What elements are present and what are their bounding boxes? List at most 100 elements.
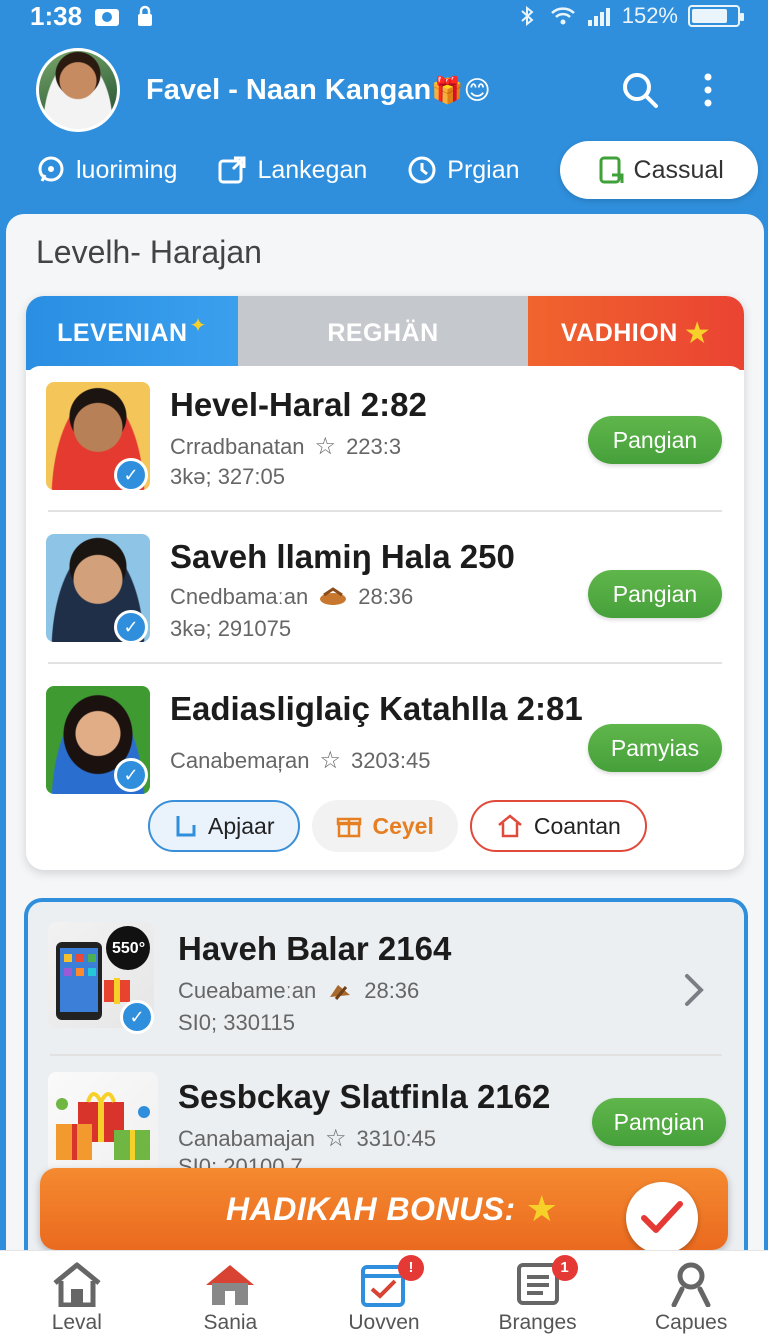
- document-icon: [599, 156, 624, 184]
- checkmark-icon: [641, 1201, 683, 1233]
- more-vertical-icon: [704, 73, 712, 107]
- bonus-claim-button[interactable]: [626, 1182, 698, 1254]
- meta-score: 3203:45: [350, 747, 431, 773]
- filter-label: luoriming: [76, 155, 178, 184]
- coantan-chip[interactable]: Coantan: [469, 800, 647, 852]
- signal-icon: [587, 8, 610, 26]
- search-button[interactable]: [616, 66, 664, 114]
- bonus-banner[interactable]: HADIKAH BONUS: ★: [40, 1168, 728, 1254]
- status-bar: 1:38 152%: [0, 0, 768, 32]
- star-icon: ★: [525, 1188, 558, 1229]
- user-sub: 3kə; 291075: [170, 616, 292, 641]
- document-icon: [176, 816, 196, 837]
- verified-check-icon: ✓: [114, 610, 148, 644]
- filter-tab-lankegan[interactable]: Lankegan: [217, 141, 377, 199]
- bluetooth-icon: [521, 5, 534, 27]
- meta-score: 223:3: [346, 433, 402, 459]
- tab-label: REGHÄN: [327, 318, 439, 347]
- clock-icon: [408, 156, 436, 184]
- divider: [48, 510, 722, 512]
- product-name: Haveh Balar 2164: [178, 930, 452, 967]
- bottom-nav: Leval Sania ! Uovven 1 Branges Capues: [0, 1250, 768, 1344]
- ceyel-chip[interactable]: Ceyel: [312, 800, 458, 852]
- nav-item-uovven[interactable]: ! Uovven: [314, 1254, 454, 1335]
- nav-item-capues[interactable]: Capues: [621, 1261, 761, 1335]
- list-item[interactable]: ✓ Eadiasliglaiç Katahlla 2:81 Canabemaŗa…: [26, 670, 744, 820]
- nav-label: Leval: [51, 1310, 102, 1334]
- tab-label: LEVENIAN: [57, 318, 188, 347]
- tab-reghan[interactable]: REGHÄN: [238, 296, 528, 370]
- wifi-icon: [550, 7, 575, 25]
- user-name: Saveh llamiŋ Hala 250: [170, 538, 515, 575]
- tab-levenian[interactable]: LEVENIAN ✦: [26, 296, 238, 370]
- user-name: Eadiasliglaiç Katahlla 2:81: [170, 690, 583, 727]
- pangian-button[interactable]: Pangian: [588, 416, 722, 464]
- gift-icon: [337, 817, 362, 838]
- main-panel: Levelh- Harajan LEVENIAN ✦ REGHÄN VADHION…: [6, 214, 764, 1298]
- tab-vadhion[interactable]: VADHION ★: [528, 296, 744, 370]
- user-meta: Crradbanatan ☆ 223:3: [170, 432, 401, 461]
- verified-check-icon: ✓: [114, 758, 148, 792]
- filter-label: Prgian: [447, 155, 520, 184]
- pangian-button[interactable]: Pangian: [588, 570, 722, 618]
- product-meta: Cueabameːan 28:36: [178, 978, 419, 1004]
- star-outline-icon: ☆: [319, 747, 341, 774]
- nav-label: Uovven: [348, 1310, 420, 1334]
- section-title: Levelh- Harajan: [36, 234, 262, 270]
- chevron-right-icon[interactable]: [682, 970, 706, 1010]
- apjaar-chip[interactable]: Apjaar: [148, 800, 301, 852]
- bonus-label: HADIKAH BONUS:: [226, 1190, 516, 1227]
- star-outline-icon: ☆: [314, 433, 337, 460]
- meta-label: Crradbanatan: [170, 433, 305, 459]
- filter-tabs: luoriming Lankegan Prgian Cassual: [0, 138, 768, 202]
- verified-check-icon: ✓: [120, 1000, 154, 1034]
- action-chips: Apjaar Ceyel Coantan: [26, 800, 744, 852]
- nav-label: Sania: [203, 1310, 258, 1334]
- page-title: Favel - Naan Kangan🎁😊: [146, 74, 596, 107]
- nav-item-branges[interactable]: 1 Branges: [468, 1254, 608, 1335]
- star-outline-icon: ☆: [324, 1125, 347, 1152]
- product-badge: 550°: [112, 940, 146, 957]
- pamgian-button[interactable]: Pamgian: [592, 1098, 726, 1146]
- meta-label: Canabamajan: [178, 1125, 315, 1151]
- pamyias-button[interactable]: Pamyias: [588, 724, 722, 772]
- nav-item-leval[interactable]: Leval: [7, 1261, 147, 1335]
- notification-badge: !: [397, 1254, 424, 1281]
- list-item[interactable]: 550° ✓ Haveh Balar 2164 Cueabameːan 28:3…: [28, 908, 744, 1058]
- filter-tab-prgian[interactable]: Prgian: [407, 141, 529, 199]
- divider: [50, 1054, 722, 1056]
- meta-score: 28:36: [358, 584, 414, 609]
- user-meta: Cnedbamaːan 28:36: [170, 584, 413, 610]
- chat-bubble-icon: [38, 156, 64, 182]
- filter-tab-luoriming[interactable]: luoriming: [36, 141, 187, 199]
- product-name: Sesbckay Slatfinla 2162: [178, 1078, 551, 1115]
- chip-label: Ceyel: [372, 812, 434, 839]
- home-icon: [53, 1262, 101, 1307]
- meta-score: 3310:45: [356, 1125, 437, 1151]
- user-name: Hevel-Haral 2:82: [170, 386, 427, 423]
- product-meta: Canabamajan ☆ 3310:45: [178, 1124, 436, 1153]
- camera-icon: [95, 9, 120, 26]
- list-item[interactable]: ✓ Saveh llamiŋ Hala 250 Cnedbamaːan 28:3…: [26, 518, 744, 668]
- list-item[interactable]: ✓ Hevel-Haral 2:82 Crradbanatan ☆ 223:3 …: [26, 366, 744, 516]
- nav-item-sania[interactable]: Sania: [160, 1261, 300, 1335]
- tab-label: VADHION: [560, 318, 678, 347]
- avatar[interactable]: [36, 48, 120, 132]
- external-link-icon: [218, 156, 246, 184]
- chip-label: Apjaar: [208, 812, 275, 839]
- nav-label: Branges: [498, 1310, 577, 1334]
- divider: [48, 662, 722, 664]
- leaderboard-list: ✓ Hevel-Haral 2:82 Crradbanatan ☆ 223:3 …: [26, 366, 744, 870]
- verified-check-icon: ✓: [114, 458, 148, 492]
- level-tabs: LEVENIAN ✦ REGHÄN VADHION ★: [26, 296, 744, 370]
- meta-label: Cnedbamaːan: [170, 584, 309, 609]
- chip-label: Coantan: [533, 812, 621, 839]
- gift-boxes-icon: [56, 1092, 150, 1160]
- gift-emoji-icon: 🎁😊: [431, 74, 491, 105]
- filter-tab-cassual[interactable]: Cassual: [559, 141, 758, 199]
- more-menu-button[interactable]: [684, 66, 732, 114]
- user-meta: Canabemaŗan ☆ 3203:45: [170, 746, 430, 775]
- battery-icon: [688, 5, 744, 27]
- notification-badge: 1: [551, 1254, 578, 1281]
- lock-icon: [138, 5, 153, 26]
